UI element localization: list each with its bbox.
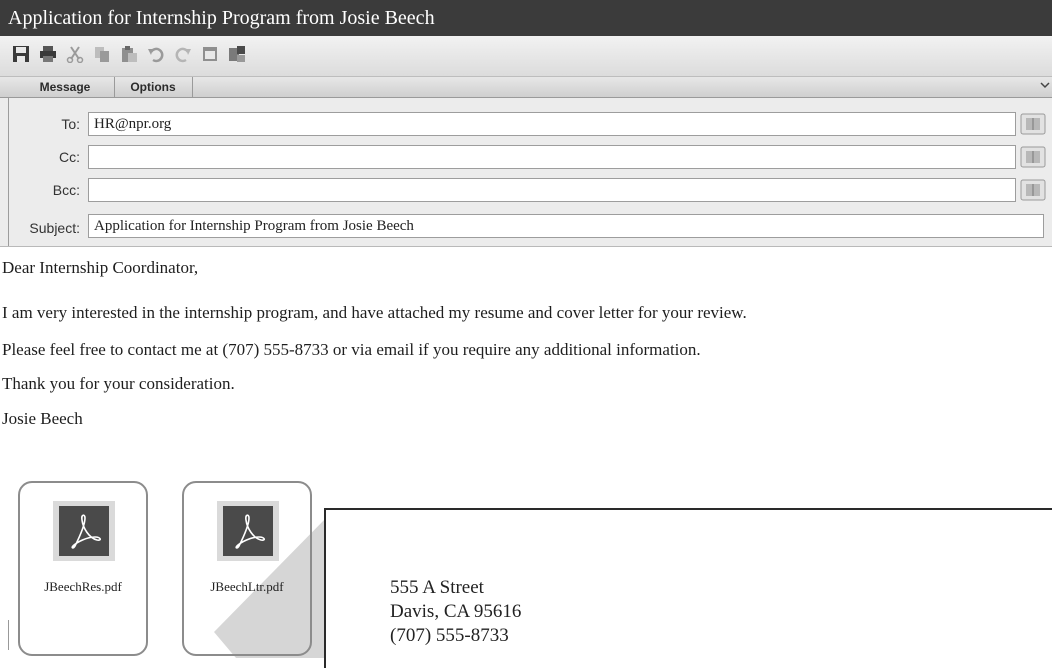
cc-field[interactable] — [88, 145, 1016, 169]
calendar-icon[interactable] — [201, 45, 219, 63]
address-book-icon[interactable] — [1020, 113, 1046, 135]
redo-icon[interactable] — [174, 45, 192, 63]
attachment-name: JBeechRes.pdf — [44, 579, 122, 594]
letter-line: Davis, CA 95616 — [390, 601, 522, 622]
cc-label: Cc: — [59, 149, 80, 165]
undo-icon[interactable] — [147, 45, 165, 63]
pdf-icon — [53, 501, 115, 561]
save-icon[interactable] — [12, 45, 30, 63]
subject-label: Subject: — [29, 220, 80, 236]
paste-icon[interactable] — [120, 45, 138, 63]
divider — [8, 620, 9, 650]
bcc-label: Bcc: — [52, 182, 80, 198]
print-icon[interactable] — [39, 45, 57, 63]
to-label: To: — [61, 116, 80, 132]
address-book-icon[interactable] — [1020, 146, 1046, 168]
to-field[interactable]: HR@npr.org — [88, 112, 1016, 136]
body-line: Josie Beech — [2, 409, 83, 428]
body-line: I am very interested in the internship p… — [2, 303, 747, 322]
pdf-icon — [217, 501, 279, 561]
ribbon-tabs: Message Options — [0, 76, 1052, 98]
divider — [8, 98, 9, 246]
body-line: Dear Internship Coordinator, — [2, 258, 199, 277]
body-line: Thank you for your consideration. — [2, 374, 235, 393]
copy-icon[interactable] — [93, 45, 111, 63]
address-book-icon[interactable] — [1020, 179, 1046, 201]
letter-preview: 555 A Street Davis, CA 95616 (707) 555-8… — [324, 508, 1052, 668]
letter-line: (707) 555-8733 — [390, 625, 509, 646]
letter-line: 555 A Street — [390, 577, 484, 598]
chevron-down-icon[interactable] — [1038, 77, 1052, 97]
body-line: Please feel free to contact me at (707) … — [2, 340, 701, 359]
attachment-letter[interactable]: JBeechLtr.pdf — [182, 481, 312, 656]
subject-field[interactable]: Application for Internship Program from … — [88, 214, 1044, 238]
tab-message[interactable]: Message — [16, 77, 115, 97]
tab-options[interactable]: Options — [114, 77, 193, 97]
attachment-resume[interactable]: JBeechRes.pdf — [18, 481, 148, 656]
cut-icon[interactable] — [66, 45, 84, 63]
attachment-name: JBeechLtr.pdf — [210, 579, 284, 594]
bcc-field[interactable] — [88, 178, 1016, 202]
window-title: Application for Internship Program from … — [0, 0, 1052, 36]
toolbar — [0, 36, 1052, 76]
attach-icon[interactable] — [228, 45, 246, 63]
